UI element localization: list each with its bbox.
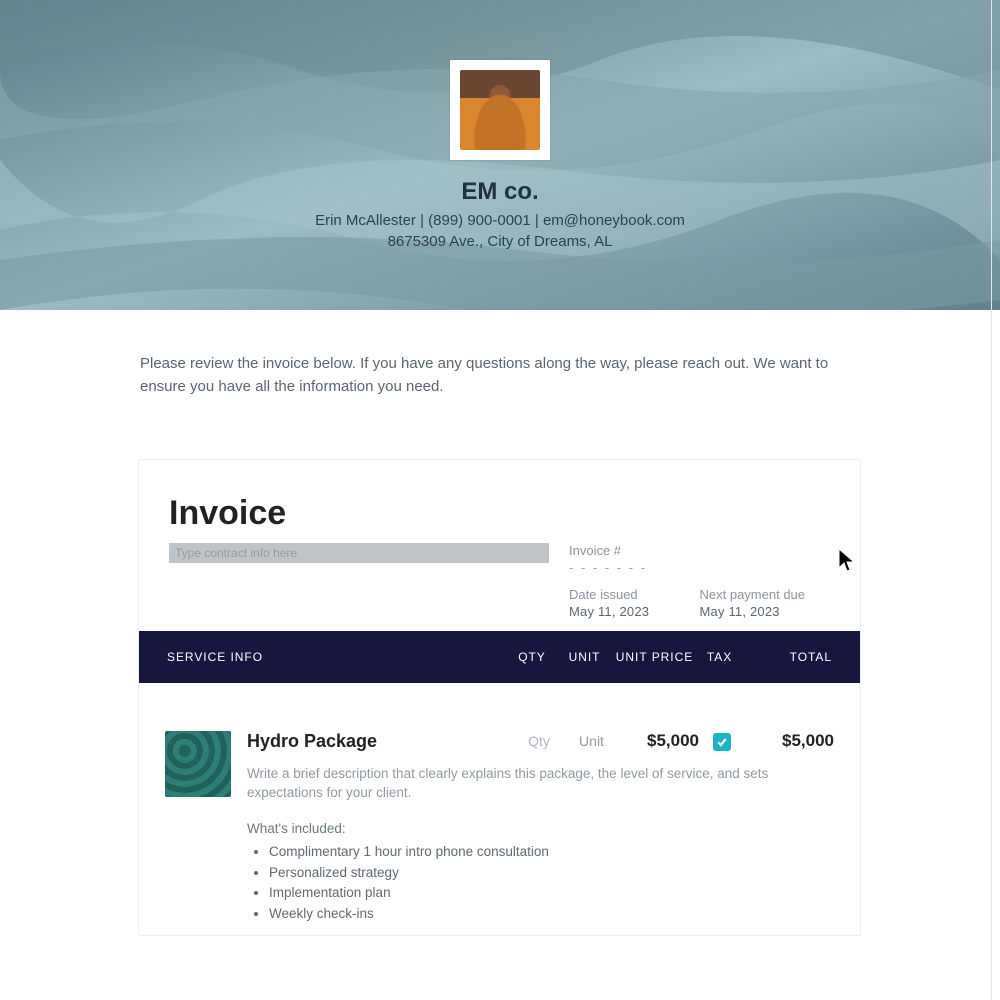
company-name: EM co.	[0, 178, 1000, 206]
item-tax-cell	[699, 732, 744, 750]
included-label: What's included:	[247, 821, 834, 836]
invoice-number-value: - - - - - - -	[569, 560, 700, 575]
date-issued-label: Date issued	[569, 587, 700, 602]
item-total: $5,000	[744, 731, 834, 751]
item-unit-price[interactable]: $5,000	[619, 731, 699, 751]
col-tax: TAX	[697, 650, 742, 664]
intro-paragraph: Please review the invoice below. If you …	[140, 352, 860, 399]
company-contact-line: Erin McAllester | (899) 900-0001 | em@ho…	[0, 212, 1000, 229]
item-thumbnail	[165, 731, 231, 797]
included-item: Complimentary 1 hour intro phone consult…	[269, 842, 834, 863]
invoice-table-header: SERVICE INFO QTY UNIT UNIT PRICE TAX TOT…	[139, 631, 860, 683]
date-issued-value: May 11, 2023	[569, 604, 700, 619]
next-payment-value: May 11, 2023	[700, 604, 831, 619]
check-icon	[716, 736, 728, 748]
item-qty-input[interactable]: Qty	[514, 733, 564, 749]
col-qty: QTY	[507, 650, 557, 664]
contract-info-input[interactable]: Type contract info here	[169, 543, 549, 563]
invoice-number-label: Invoice #	[569, 543, 700, 558]
col-unit: UNIT	[557, 650, 612, 664]
invoice-card: Invoice Type contract info here Invoice …	[138, 459, 861, 937]
company-logo-image	[460, 70, 540, 150]
invoice-title: Invoice	[169, 494, 830, 533]
company-address: 8675309 Ave., City of Dreams, AL	[0, 233, 1000, 250]
line-item: Hydro Package Qty Unit $5,000 $5,000 Wri…	[139, 683, 860, 936]
tax-checkbox[interactable]	[713, 733, 731, 751]
col-total: TOTAL	[742, 650, 832, 664]
included-list: Complimentary 1 hour intro phone consult…	[269, 842, 834, 926]
header-banner: EM co. Erin McAllester | (899) 900-0001 …	[0, 0, 1000, 310]
col-unit-price: UNIT PRICE	[612, 650, 697, 664]
next-payment-label: Next payment due	[700, 587, 831, 602]
included-item: Implementation plan	[269, 883, 834, 904]
col-service-info: SERVICE INFO	[167, 650, 507, 664]
item-unit-input[interactable]: Unit	[564, 733, 619, 749]
included-item: Personalized strategy	[269, 863, 834, 884]
company-logo	[450, 60, 550, 160]
item-description[interactable]: Write a brief description that clearly e…	[247, 764, 834, 803]
invoice-meta: Invoice # - - - - - - - Date issued May …	[569, 543, 830, 619]
included-item: Weekly check-ins	[269, 904, 834, 925]
item-name[interactable]: Hydro Package	[247, 731, 514, 752]
